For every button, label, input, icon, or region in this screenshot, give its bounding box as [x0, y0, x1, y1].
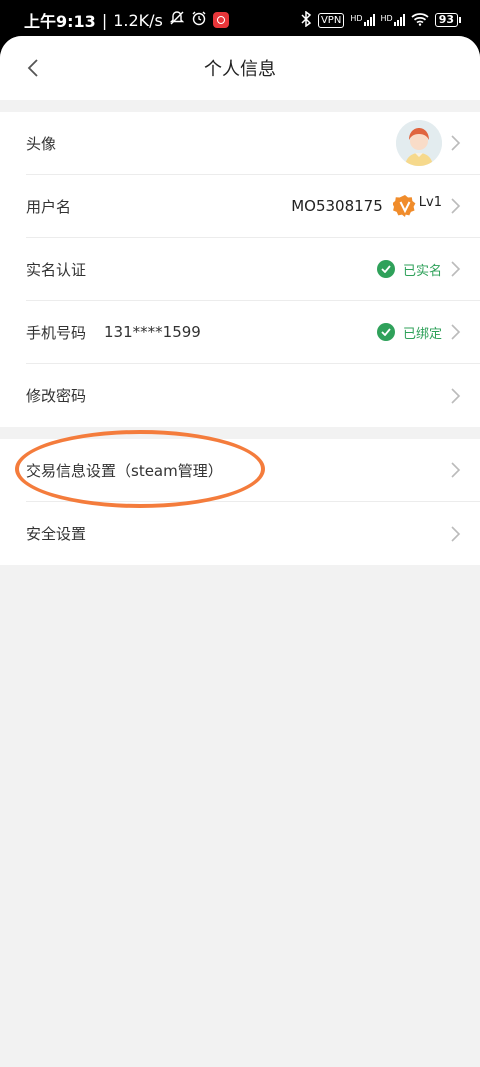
chevron-left-icon — [27, 59, 38, 77]
signal-2-icon: HD — [381, 14, 405, 26]
verified-text: 已实名 — [402, 263, 442, 279]
chevron-right-icon — [451, 387, 461, 404]
row-label-username: 用户名 — [26, 197, 72, 216]
bound-status: 已绑定 — [376, 323, 442, 342]
alarm-clock-icon — [191, 10, 207, 30]
username-value: MO5308175 — [291, 197, 383, 215]
status-bar: 上午9:13 | 1.2K/s VPN HD HD 93 — [0, 0, 480, 40]
verified-status: 已实名 — [376, 260, 442, 279]
netease-music-app-icon — [212, 12, 229, 28]
personal-info-screen: 个人信息 头像 用户名 MO5308175 Lv1 实名认证 已实名 手机号码 … — [0, 36, 480, 1067]
bluetooth-icon — [300, 10, 312, 30]
real-name-verify-row[interactable]: 实名认证 已实名 — [26, 238, 480, 301]
status-divider: | — [101, 10, 108, 30]
chevron-right-icon — [451, 324, 461, 340]
profile-group: 头像 用户名 MO5308175 Lv1 实名认证 已实名 手机号码 131**… — [0, 112, 480, 427]
level-text: Lv1 — [418, 194, 442, 210]
phone-number-row[interactable]: 手机号码 131****1599 已绑定 — [26, 301, 480, 364]
level-shield-icon — [392, 195, 416, 217]
status-net-speed: 1.2K/s — [113, 10, 163, 30]
battery-indicator: 93 — [434, 13, 462, 27]
bound-text: 已绑定 — [402, 326, 442, 342]
change-password-row[interactable]: 修改密码 — [26, 364, 480, 427]
status-time: 上午9:13 — [24, 12, 96, 31]
page-title: 个人信息 — [204, 59, 276, 80]
row-label-security-settings: 安全设置 — [26, 525, 87, 543]
settings-group: 交易信息设置（steam管理） 安全设置 — [0, 439, 480, 565]
level-badge: Lv1 — [392, 194, 442, 218]
hd-label-2: HD — [380, 14, 393, 23]
row-label-phone: 手机号码 — [26, 323, 87, 342]
avatar[interactable] — [396, 120, 442, 166]
phone-number-value: 131****1599 — [104, 323, 201, 341]
back-button[interactable] — [20, 54, 46, 82]
check-circle-icon — [376, 260, 395, 278]
username-row[interactable]: 用户名 MO5308175 Lv1 — [26, 175, 480, 238]
nav-bar: 个人信息 — [0, 36, 480, 100]
hd-label-1: HD — [350, 14, 363, 23]
chevron-right-icon — [451, 198, 461, 214]
muted-bell-icon — [169, 10, 185, 30]
trade-info-settings-row[interactable]: 交易信息设置（steam管理） — [26, 439, 480, 502]
chevron-right-icon — [451, 135, 461, 151]
security-settings-row[interactable]: 安全设置 — [26, 502, 480, 565]
check-circle-icon — [376, 323, 395, 341]
chevron-right-icon — [451, 462, 461, 478]
vpn-indicator: VPN — [317, 12, 345, 28]
row-label-avatar: 头像 — [26, 134, 57, 153]
chevron-right-icon — [451, 525, 461, 542]
wifi-icon — [411, 12, 429, 29]
row-label-trade-settings: 交易信息设置（steam管理） — [26, 461, 223, 480]
chevron-right-icon — [451, 261, 461, 277]
avatar-row[interactable]: 头像 — [26, 112, 480, 175]
signal-1-icon: HD — [350, 14, 375, 26]
row-label-change-password: 修改密码 — [26, 387, 87, 405]
row-label-real-name: 实名认证 — [26, 260, 87, 279]
